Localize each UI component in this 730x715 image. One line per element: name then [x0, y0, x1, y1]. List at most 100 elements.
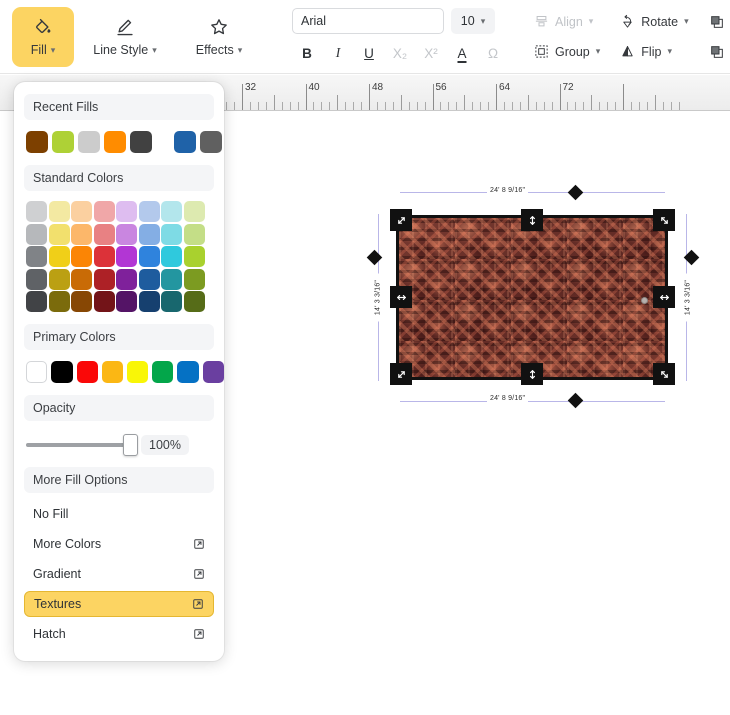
primary-color-swatch-4[interactable]	[127, 361, 149, 383]
primary-color-swatch-7[interactable]	[202, 361, 224, 383]
open-dialog-icon[interactable]	[193, 568, 205, 580]
fill-option-no-fill[interactable]: No Fill	[24, 501, 214, 527]
symbol-button[interactable]: Ω	[478, 41, 508, 65]
standard-color-swatch-1-1[interactable]	[48, 223, 70, 245]
superscript-button[interactable]: X²	[416, 41, 446, 65]
bold-button[interactable]: B	[292, 41, 322, 65]
standard-color-swatch-2-4[interactable]	[116, 246, 137, 267]
standard-color-swatch-0-2[interactable]	[71, 201, 92, 222]
standard-color-swatch-4-4[interactable]	[116, 291, 137, 312]
recent-fill-swatch-b-1[interactable]	[200, 131, 222, 153]
ruler-minor-tick	[575, 102, 577, 110]
resize-handle-w[interactable]	[390, 286, 412, 308]
standard-color-swatch-3-6[interactable]	[161, 268, 182, 290]
shape-edge-dot[interactable]	[641, 297, 648, 304]
primary-color-swatch-5[interactable]	[152, 361, 174, 383]
align-button[interactable]: Align ▾	[531, 10, 603, 34]
primary-color-swatch-1[interactable]	[51, 361, 73, 383]
standard-color-swatch-1-0[interactable]	[26, 223, 47, 245]
standard-color-swatch-3-7[interactable]	[183, 268, 205, 290]
font-family-input[interactable]: Arial	[292, 8, 444, 34]
send-to-back-button[interactable]: Send t	[706, 40, 730, 64]
standard-color-swatch-0-7[interactable]	[183, 201, 205, 222]
resize-handle-ne[interactable]	[653, 209, 675, 231]
opacity-row: 100%	[14, 421, 224, 459]
primary-color-swatch-6[interactable]	[177, 361, 199, 383]
standard-color-swatch-0-1[interactable]	[48, 201, 70, 222]
resize-handle-se[interactable]	[653, 363, 675, 385]
standard-color-swatch-4-5[interactable]	[138, 291, 160, 312]
standard-color-swatch-3-5[interactable]	[138, 268, 160, 290]
standard-color-swatch-1-2[interactable]	[71, 223, 92, 245]
standard-color-swatch-0-4[interactable]	[116, 201, 137, 222]
recent-fill-swatch-2[interactable]	[78, 131, 100, 153]
open-dialog-icon[interactable]	[193, 538, 205, 550]
standard-color-swatch-0-0[interactable]	[26, 201, 47, 222]
standard-color-swatch-2-5[interactable]	[138, 246, 160, 267]
font-color-button[interactable]: A	[447, 41, 477, 65]
recent-fill-swatch-1[interactable]	[52, 131, 74, 153]
recent-fill-swatch-3[interactable]	[104, 131, 126, 153]
primary-color-swatch-2[interactable]	[76, 361, 98, 383]
standard-color-swatch-4-0[interactable]	[26, 291, 47, 312]
rotate-button[interactable]: Rotate ▾	[617, 10, 691, 34]
bring-to-front-button[interactable]: Bring t	[706, 10, 730, 34]
standard-color-swatch-2-6[interactable]	[161, 246, 182, 267]
standard-color-swatch-0-5[interactable]	[138, 201, 160, 222]
flip-button[interactable]: Flip ▾	[617, 40, 691, 64]
standard-color-swatch-1-5[interactable]	[138, 223, 160, 245]
opacity-slider[interactable]	[26, 434, 138, 456]
standard-color-swatch-4-6[interactable]	[161, 291, 182, 312]
standard-color-swatch-2-0[interactable]	[26, 246, 47, 267]
standard-color-swatch-4-2[interactable]	[71, 291, 92, 312]
standard-color-swatch-2-2[interactable]	[71, 246, 92, 267]
open-dialog-icon[interactable]	[192, 598, 204, 610]
line-style-button-label: Line Style ▾	[93, 43, 156, 57]
standard-color-swatch-2-1[interactable]	[48, 246, 70, 267]
resize-handle-e[interactable]	[653, 286, 675, 308]
selected-shape[interactable]	[396, 215, 668, 380]
resize-handle-sw[interactable]	[390, 363, 412, 385]
standard-color-swatch-2-3[interactable]	[93, 246, 115, 267]
ruler-major-tick	[559, 84, 561, 110]
recent-fill-swatch-4[interactable]	[130, 131, 152, 153]
resize-handle-s[interactable]	[521, 363, 543, 385]
line-style-button[interactable]: Line Style ▾	[82, 7, 168, 67]
resize-handle-nw[interactable]	[390, 209, 412, 231]
standard-color-swatch-1-7[interactable]	[183, 223, 205, 245]
ruler-mid-tick	[591, 95, 593, 110]
underline-button[interactable]: U	[354, 41, 384, 65]
standard-color-swatch-4-1[interactable]	[48, 291, 70, 312]
font-size-select[interactable]: 10 ▾	[451, 8, 495, 34]
standard-color-swatch-3-1[interactable]	[48, 268, 70, 290]
recent-fill-swatch-0[interactable]	[26, 131, 48, 153]
resize-handle-n[interactable]	[521, 209, 543, 231]
standard-color-swatch-0-3[interactable]	[93, 201, 115, 222]
subscript-button[interactable]: X₂	[385, 41, 415, 65]
group-button[interactable]: Group ▾	[531, 40, 603, 64]
fill-option-gradient[interactable]: Gradient	[24, 561, 214, 587]
standard-color-swatch-4-3[interactable]	[93, 291, 115, 312]
recent-fill-swatch-b-0[interactable]	[174, 131, 196, 153]
open-dialog-icon[interactable]	[193, 628, 205, 640]
standard-color-swatch-1-4[interactable]	[116, 223, 137, 245]
ruler-label: 48	[372, 82, 384, 93]
italic-button[interactable]: I	[323, 41, 353, 65]
effects-button[interactable]: Effects ▾	[176, 7, 262, 67]
standard-color-swatch-2-7[interactable]	[183, 246, 205, 267]
primary-color-swatch-0[interactable]	[26, 361, 48, 383]
standard-color-swatch-1-6[interactable]	[161, 223, 182, 245]
standard-color-swatch-3-3[interactable]	[93, 268, 115, 290]
standard-color-swatch-4-7[interactable]	[183, 291, 205, 312]
standard-color-swatch-3-0[interactable]	[26, 268, 47, 290]
fill-option-textures[interactable]: Textures	[24, 591, 214, 617]
opacity-slider-knob[interactable]	[123, 434, 138, 456]
standard-color-swatch-3-2[interactable]	[71, 268, 92, 290]
standard-color-swatch-1-3[interactable]	[93, 223, 115, 245]
fill-button[interactable]: Fill ▾	[12, 6, 74, 67]
primary-color-swatch-3[interactable]	[101, 361, 124, 383]
fill-option-more-colors[interactable]: More Colors	[24, 531, 214, 557]
fill-option-hatch[interactable]: Hatch	[24, 621, 214, 647]
standard-color-swatch-3-4[interactable]	[116, 268, 137, 290]
standard-color-swatch-0-6[interactable]	[161, 201, 182, 222]
